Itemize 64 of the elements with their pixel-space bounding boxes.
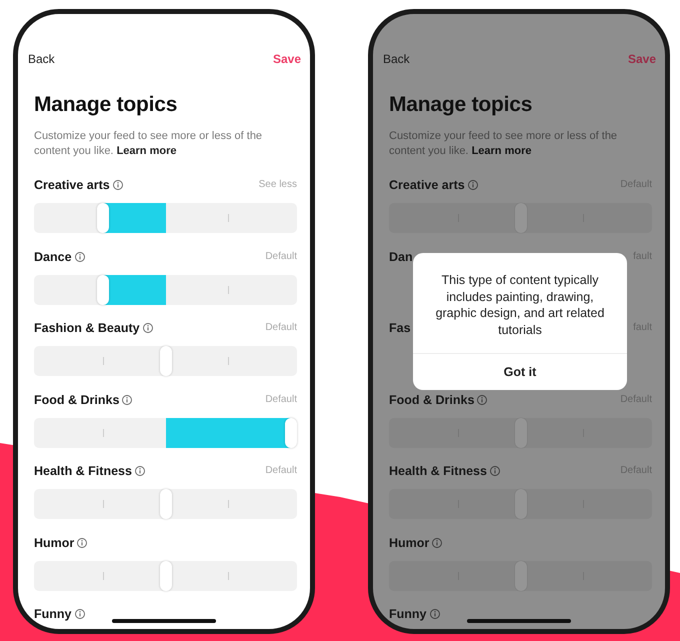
topic-label: Creative arts [389,177,465,193]
back-button[interactable]: Back [28,52,55,66]
preference-label: Default [265,250,297,264]
info-icon[interactable] [477,394,488,404]
info-icon[interactable] [134,466,145,476]
info-icon[interactable] [122,394,132,404]
slider-thumb[interactable] [160,560,172,590]
preference-label: Default [265,464,297,478]
got-it-button[interactable]: Got it [413,353,627,390]
slider-fill [102,203,166,233]
dialog-message: This type of content typically includes painting, drawing, graphic design, and art related tutorials [434,272,606,338]
slider-thumb[interactable] [514,489,526,519]
info-icon[interactable] [77,538,88,548]
page-title: Manage topics [389,92,534,118]
slider-track[interactable] [389,418,652,448]
slider-track[interactable] [389,560,652,590]
slider-track[interactable] [389,203,652,233]
topic-label: Funny [34,606,72,622]
topic-label: Food & Drinks [34,392,120,408]
info-icon[interactable] [490,466,500,476]
info-icon[interactable] [468,180,478,190]
topic-label: Dance [34,248,72,264]
slider-track[interactable] [34,274,297,304]
slider-thumb[interactable] [285,418,297,448]
page-title: Manage topics [34,92,178,118]
slider-thumb[interactable] [160,489,172,519]
slider-fill [102,274,166,304]
preference-label: See less [258,178,297,192]
info-icon[interactable] [74,609,84,619]
slider-track[interactable] [34,346,297,376]
info-icon[interactable] [74,252,85,262]
info-icon[interactable] [430,609,440,619]
slider-track[interactable] [34,418,297,448]
slider-thumb[interactable] [160,346,172,376]
topic-label: Health & Fitness [389,463,487,479]
learn-more-link[interactable]: Learn more [116,145,176,157]
topic-label: Humor [389,534,430,550]
save-button[interactable]: Save [272,52,301,66]
topic-label: Humor [34,534,74,550]
description-text: Customize your feed to see more or less of the content you like. Learn more [389,129,618,159]
slider-thumb[interactable] [96,274,109,304]
info-icon[interactable] [432,538,442,548]
topic-label: Funny [389,606,426,622]
slider-thumb[interactable] [514,203,526,233]
description-text: Customize your feed to see more or less of the content you like. Learn more [34,129,264,159]
topic-label: Fas [389,320,411,336]
topic-label: Fashion & Beauty [34,320,140,336]
info-icon[interactable] [142,323,153,333]
preference-label: Default [265,392,297,406]
back-button[interactable]: Back [383,52,410,66]
learn-more-link[interactable]: Learn more [472,145,532,157]
topic-label: Creative arts [34,177,110,193]
slider-track[interactable] [34,489,297,519]
slider-thumb[interactable] [514,418,526,448]
info-icon[interactable] [112,180,123,190]
topic-label: Food & Drinks [389,392,474,408]
slider-track[interactable] [34,560,297,590]
slider-thumb[interactable] [514,560,526,590]
preference-label: Default [265,321,297,335]
slider-track[interactable] [389,489,652,519]
slider-track[interactable] [34,203,297,233]
topic-label: Dan [389,248,413,264]
topic-label: Health & Fitness [34,463,132,479]
slider-thumb[interactable] [96,203,109,233]
